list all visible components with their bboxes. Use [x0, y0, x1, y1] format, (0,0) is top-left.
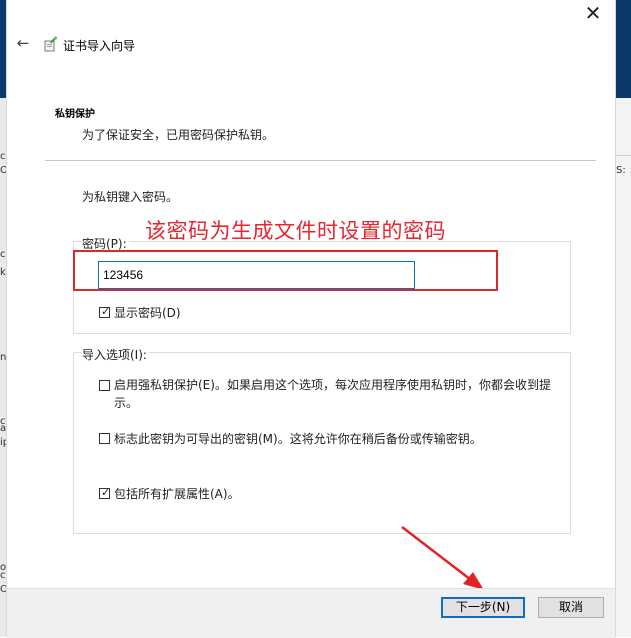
- strong-protection-label: 启用强私钥保护(E)。如果启用这个选项，每次应用程序使用私钥时，你都会收到提示。: [114, 378, 551, 410]
- checkmark-icon: ✓: [101, 486, 111, 499]
- bg-text-fragment: c: [0, 151, 6, 162]
- wizard-title: 证书导入向导: [63, 39, 136, 53]
- red-arrow-icon: [401, 526, 484, 590]
- background-divider: [614, 155, 631, 156]
- background-window-right-edge: S:: [614, 0, 631, 637]
- header-divider: [45, 160, 596, 161]
- show-password-label: 显示密码(D): [114, 306, 181, 320]
- show-password-checkbox[interactable]: ✓: [99, 305, 111, 318]
- close-button[interactable]: ✕: [581, 2, 605, 24]
- next-button[interactable]: 下一步(N): [441, 597, 525, 618]
- section-description: 为了保证安全，已用密码保护私钥。: [82, 128, 275, 142]
- bg-text-fragment: c: [0, 570, 6, 581]
- button-bar: 下一步(N) 取消: [7, 588, 615, 638]
- back-arrow-icon[interactable]: ←: [13, 33, 33, 53]
- import-options-label: 导入选项(I):: [82, 346, 149, 363]
- background-dark-strip: [614, 0, 631, 98]
- exportable-key-label: 标志此密钥为可导出的密钥(M)。这将允许你在稍后备份或传输密钥。: [114, 432, 482, 446]
- cancel-button[interactable]: 取消: [538, 597, 604, 618]
- extended-properties-label: 包括所有扩展属性(A)。: [114, 487, 240, 501]
- password-prompt: 为私钥键入密码。: [82, 190, 179, 204]
- checkmark-icon: ✓: [101, 305, 111, 318]
- extended-properties-checkbox[interactable]: ✓: [99, 486, 111, 499]
- bg-text-fragment: S:: [616, 165, 626, 176]
- certificate-wizard-icon: [44, 36, 58, 52]
- bg-text-fragment: c: [0, 249, 6, 260]
- red-highlight-box: [73, 250, 498, 291]
- strong-protection-checkbox[interactable]: [99, 380, 110, 391]
- exportable-key-checkbox[interactable]: [99, 433, 110, 444]
- section-title: 私钥保护: [55, 109, 95, 120]
- certificate-import-wizard-dialog: ✕ ← 证书导入向导 私钥保护 为了保证安全，已用密码保护私钥。 为私钥键入密码…: [6, 0, 616, 638]
- bg-text-fragment: k: [0, 267, 6, 278]
